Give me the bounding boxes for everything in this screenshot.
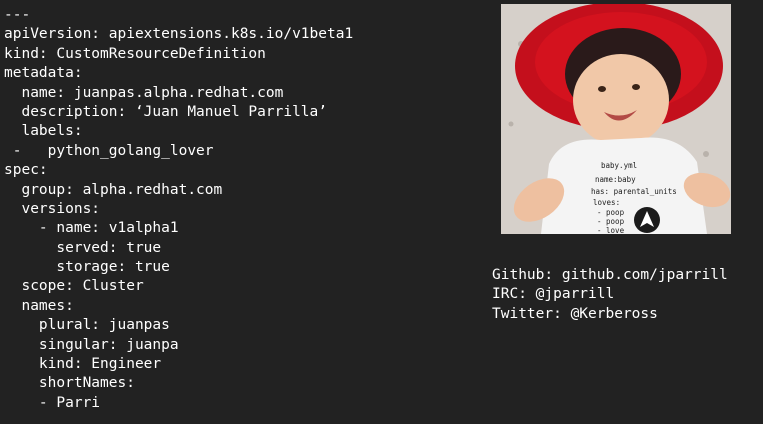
- yaml-code-block: --- apiVersion: apiextensions.k8s.io/v1be…: [4, 6, 454, 413]
- onesie-text: - poop: [597, 217, 625, 226]
- slide: --- apiVersion: apiextensions.k8s.io/v1be…: [0, 0, 763, 424]
- onesie-text: loves:: [593, 198, 620, 207]
- github-contact: Github: github.com/jparrill: [492, 267, 728, 283]
- yaml-line: kind: Engineer: [4, 356, 162, 373]
- yaml-line: scope: Cluster: [4, 278, 144, 295]
- yaml-line: group: alpha.redhat.com: [4, 181, 223, 198]
- onesie-text: - poop: [597, 208, 625, 217]
- yaml-line: - python_golang_lover: [4, 142, 214, 159]
- yaml-line: apiVersion: apiextensions.k8s.io/v1beta1: [4, 26, 354, 43]
- onesie-text: name:baby: [595, 175, 636, 184]
- contact-info: Github: github.com/jparrill IRC: @jparri…: [492, 266, 762, 324]
- onesie-text: - love: [597, 226, 625, 234]
- yaml-line: labels:: [4, 123, 83, 140]
- yaml-line: description: ‘Juan Manuel Parrilla’: [4, 103, 328, 120]
- baby-face: [573, 54, 669, 146]
- yaml-line: shortNames:: [4, 375, 135, 392]
- yaml-line: spec:: [4, 162, 48, 179]
- baby-photo-illustration: baby.yml name:baby has: parental_units l…: [501, 4, 731, 234]
- yaml-line: names:: [4, 297, 74, 314]
- yaml-line: name: juanpas.alpha.redhat.com: [4, 84, 284, 101]
- onesie-text: has: parental_units: [591, 187, 677, 196]
- yaml-line: versions:: [4, 200, 101, 217]
- yaml-line: - Parri: [4, 394, 101, 411]
- yaml-line: singular: juanpa: [4, 336, 179, 353]
- onesie-text: baby.yml: [601, 161, 637, 170]
- irc-contact: IRC: @jparrill: [492, 286, 615, 303]
- yaml-line: ---: [4, 7, 31, 23]
- yaml-line: storage: true: [4, 259, 170, 276]
- twitter-contact: Twitter: @Kerbeross: [492, 305, 658, 322]
- yaml-line: - name: v1alpha1: [4, 220, 179, 237]
- yaml-line: plural: juanpas: [4, 317, 170, 334]
- profile-photo: baby.yml name:baby has: parental_units l…: [501, 4, 731, 234]
- yaml-line: served: true: [4, 239, 162, 256]
- yaml-line: metadata:: [4, 65, 83, 82]
- yaml-line: kind: CustomResourceDefinition: [4, 45, 266, 62]
